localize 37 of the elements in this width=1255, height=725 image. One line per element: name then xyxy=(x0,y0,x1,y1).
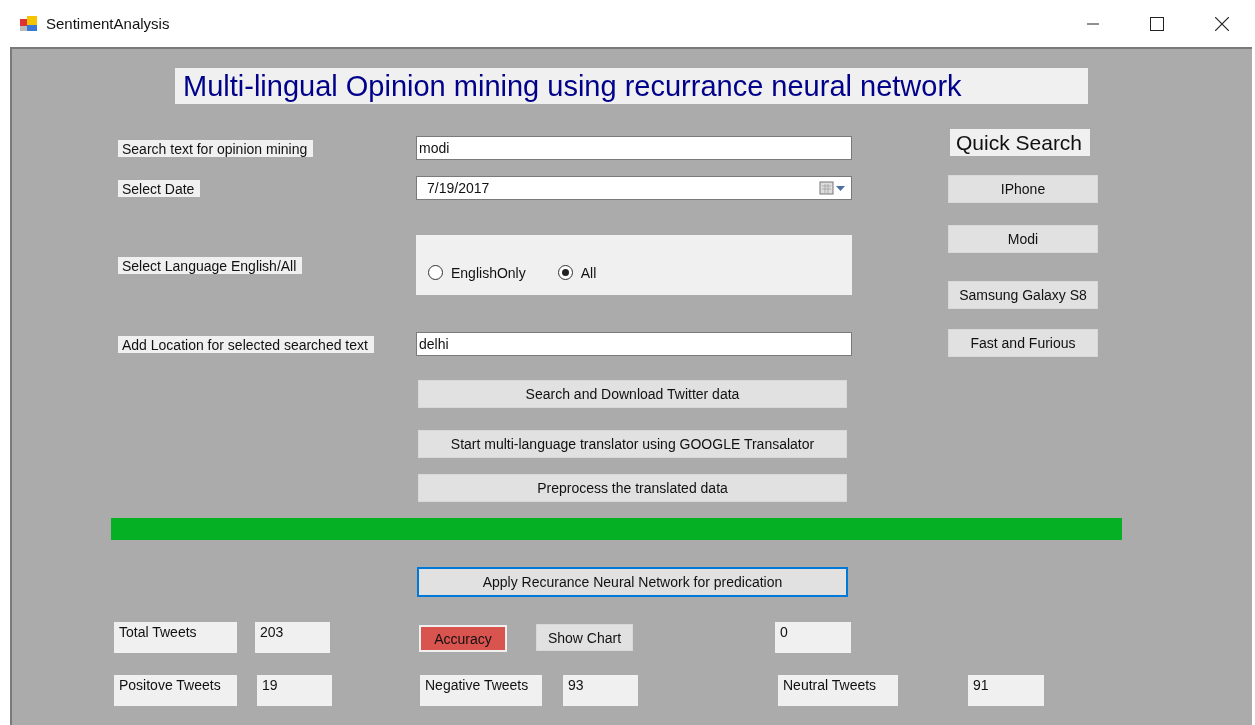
stat-label: Total Tweets xyxy=(114,622,237,653)
quick-search-title: Quick Search xyxy=(950,129,1091,156)
stat-value: 203 xyxy=(255,622,330,653)
date-picker[interactable]: 7/19/2017 xyxy=(416,176,852,200)
stat-value: 93 xyxy=(563,675,638,706)
radio-circle[interactable] xyxy=(557,265,573,280)
accuracy-button[interactable]: Accuracy xyxy=(419,625,507,652)
quick-search-button[interactable]: Modi xyxy=(948,225,1098,253)
app-icon xyxy=(20,15,38,32)
action-button[interactable]: Preprocess the translated data xyxy=(418,474,847,502)
radio-option[interactable]: EnglishOnly xyxy=(428,264,526,281)
action-button[interactable]: Search and Download Twitter data xyxy=(418,380,847,408)
accuracy-value: 0 xyxy=(775,622,851,653)
field-label: Select Language English/All xyxy=(118,256,303,274)
radio-circle[interactable] xyxy=(428,265,443,280)
show-chart-button[interactable]: Show Chart xyxy=(536,624,633,651)
quick-search-button[interactable]: IPhone xyxy=(948,175,1098,203)
maximize-icon[interactable] xyxy=(1150,16,1164,31)
apply-button[interactable]: Apply Recurance Neural Network for predication xyxy=(417,567,848,597)
stat-value: 19 xyxy=(257,675,332,706)
quick-search-button[interactable]: Samsung Galaxy S8 xyxy=(948,281,1098,309)
search-field[interactable]: modi xyxy=(416,136,852,160)
close-icon[interactable] xyxy=(1215,16,1229,31)
field-label: Search text for opinion mining xyxy=(118,139,314,157)
window-title: SentimentAnalysis xyxy=(46,15,170,32)
stat-value: 91 xyxy=(968,675,1044,706)
form-heading: Multi-lingual Opinion mining using recurrance neural network xyxy=(175,68,1088,104)
location-field[interactable]: delhi xyxy=(416,332,852,356)
calendar-dropdown-icon[interactable] xyxy=(819,181,847,195)
quick-search-button[interactable]: Fast and Furious xyxy=(948,329,1098,357)
field-label: Add Location for selected searched text xyxy=(118,335,374,353)
stat-label: Positove Tweets xyxy=(114,675,237,706)
field-label: Select Date xyxy=(118,179,201,197)
stat-label: Negative Tweets xyxy=(420,675,542,706)
stat-label: Neutral Tweets xyxy=(778,675,898,706)
action-button[interactable]: Start multi-language translator using GOOGLE Transalator xyxy=(418,430,847,458)
radio-option[interactable]: All xyxy=(557,264,597,281)
